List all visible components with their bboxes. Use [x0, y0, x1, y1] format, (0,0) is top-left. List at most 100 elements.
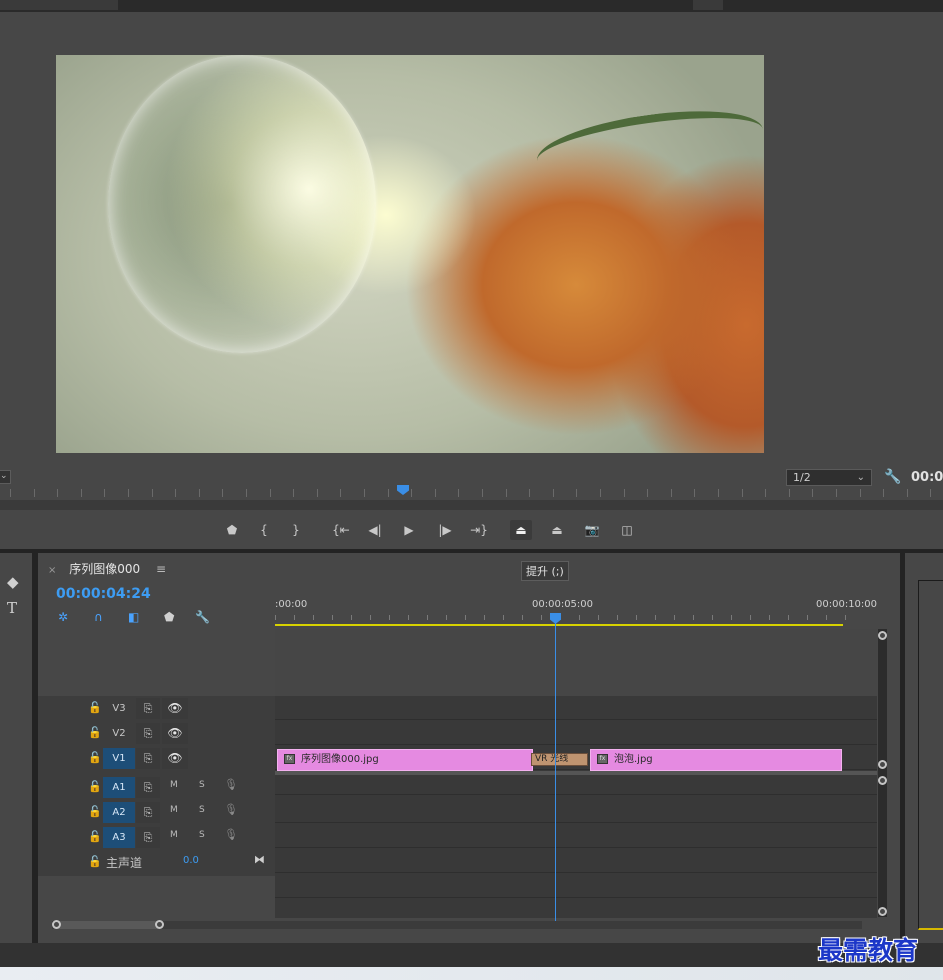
sequence-timecode[interactable]: 00:00:04:24 [56, 586, 151, 602]
mute-button[interactable]: M [170, 805, 178, 815]
preview-stem-shape [532, 99, 764, 191]
scroll-knob[interactable] [878, 776, 887, 785]
audio-meter-frame [918, 580, 943, 930]
zoom-select-partial[interactable]: ⌄ [0, 470, 11, 484]
add-marker-button[interactable]: ⬟ [221, 520, 243, 540]
solo-button[interactable]: S [199, 805, 205, 815]
track-lane[interactable] [275, 696, 877, 720]
scroll-thumb[interactable] [52, 921, 161, 929]
horizontal-zoom-scrollbar[interactable] [52, 920, 862, 929]
mute-button[interactable]: M [170, 830, 178, 840]
panel-menu-icon[interactable]: ≡ [156, 562, 166, 576]
ruler-tick [529, 489, 531, 497]
scroll-knob[interactable] [155, 920, 164, 929]
wrench-icon[interactable]: 🔧 [884, 469, 901, 485]
eye-icon[interactable]: 👁 [162, 748, 188, 769]
mute-button[interactable]: M [170, 780, 178, 790]
monitor-scroll-bar[interactable] [0, 500, 943, 510]
compare-button[interactable]: ◫ [616, 520, 638, 540]
timeline-settings-icon[interactable]: 🔧 [195, 610, 210, 624]
track-lane[interactable] [275, 874, 877, 898]
sync-lock-icon[interactable]: ⎘ [136, 698, 160, 719]
audio-track-header: 🔓 A2 ⎘ M S 🎙 [38, 800, 275, 825]
work-area-bar[interactable] [275, 624, 843, 626]
sync-lock-icon[interactable]: ⎘ [136, 802, 160, 823]
video-audio-divider[interactable] [275, 771, 877, 775]
lock-icon[interactable]: 🔓 [88, 830, 102, 843]
mark-out-button[interactable]: } [285, 520, 307, 540]
insert-edit-icon[interactable]: ◧ [128, 610, 139, 624]
sync-lock-icon[interactable]: ⎘ [136, 748, 160, 769]
linked-selection-icon[interactable]: ∩ [94, 610, 103, 624]
solo-button[interactable]: S [199, 830, 205, 840]
lock-icon[interactable]: 🔓 [88, 726, 102, 739]
track-target[interactable]: V3 [103, 698, 135, 719]
track-target[interactable]: V2 [103, 723, 135, 744]
master-volume[interactable]: 0.0 [183, 855, 199, 866]
lock-icon[interactable]: 🔓 [88, 751, 102, 764]
track-target[interactable]: A2 [103, 802, 135, 823]
solo-button[interactable]: S [199, 780, 205, 790]
video-track-header: 🔓 V3 ⎘ 👁 [38, 696, 275, 721]
sync-lock-icon[interactable]: ⎘ [136, 777, 160, 798]
clip-sequence-image[interactable]: fx 序列图像000.jpg [277, 749, 533, 771]
go-to-in-button[interactable]: {⇤ [330, 520, 352, 540]
ruler-tick [845, 615, 846, 620]
track-lane[interactable] [275, 799, 877, 823]
razor-tool-icon[interactable]: ◆ [7, 573, 19, 591]
ruler-tick [332, 615, 333, 620]
add-marker-icon[interactable]: ⬟ [164, 610, 174, 624]
mark-in-button[interactable]: { [253, 520, 275, 540]
vertical-zoom-scrollbar[interactable] [878, 629, 887, 917]
ruler-tick [351, 615, 352, 620]
scroll-knob[interactable] [878, 631, 887, 640]
lock-icon[interactable]: 🔓 [88, 805, 102, 818]
ruler-tick [598, 615, 599, 620]
lock-icon[interactable]: 🔓 [88, 701, 102, 714]
type-tool-icon[interactable]: T [7, 599, 17, 617]
track-area[interactable] [275, 696, 877, 918]
sync-lock-icon[interactable]: ⎘ [136, 827, 160, 848]
ruler-tick [151, 489, 153, 497]
transition-vr-light-rays[interactable]: VR 光线 [531, 753, 588, 766]
snap-icon[interactable]: ✲ [58, 610, 68, 624]
eye-icon[interactable]: 👁 [162, 723, 188, 744]
ruler-tick [541, 615, 542, 620]
extract-button[interactable]: ⏏ [546, 520, 568, 540]
ruler-tick [579, 615, 580, 620]
ruler-tick [269, 489, 271, 497]
scroll-knob[interactable] [878, 907, 887, 916]
ruler-tick [731, 615, 732, 620]
track-target[interactable]: A1 [103, 777, 135, 798]
track-target[interactable]: V1 [103, 748, 135, 769]
lift-button[interactable]: ⏏ [510, 520, 532, 540]
ruler-tick [313, 615, 314, 620]
lock-icon[interactable]: 🔓 [88, 780, 102, 793]
sequence-tab[interactable]: × 序列图像000 ≡ [48, 560, 166, 576]
track-lane[interactable] [275, 849, 877, 873]
resolution-select[interactable]: 1/2 ⌄ [786, 469, 872, 486]
ruler-tick [655, 615, 656, 620]
clip-bubble[interactable]: fx 泡泡.jpg [590, 749, 842, 771]
mic-icon[interactable]: 🎙 [224, 803, 238, 816]
eye-icon[interactable]: 👁 [162, 698, 188, 719]
sync-lock-icon[interactable]: ⎘ [136, 723, 160, 744]
step-back-button[interactable]: ◀| [364, 520, 386, 540]
scroll-knob[interactable] [52, 920, 61, 929]
go-to-out-button[interactable]: ⇥} [468, 520, 490, 540]
mic-icon[interactable]: 🎙 [224, 828, 238, 841]
ruler-tick [647, 489, 649, 497]
monitor-time-ruler[interactable] [0, 485, 943, 499]
close-icon[interactable]: × [48, 565, 56, 576]
track-target[interactable]: A3 [103, 827, 135, 848]
step-forward-button[interactable]: |▶ [434, 520, 456, 540]
lock-icon[interactable]: 🔓 [88, 855, 102, 868]
scroll-knob[interactable] [878, 760, 887, 769]
track-lane[interactable] [275, 721, 877, 745]
play-button[interactable]: ▶ [398, 520, 420, 540]
export-frame-button[interactable]: 📷 [581, 520, 603, 540]
mic-icon[interactable]: 🎙 [224, 778, 238, 791]
bowtie-icon[interactable]: ⧓ [254, 853, 265, 866]
ruler-tick [859, 489, 861, 497]
track-lane[interactable] [275, 824, 877, 848]
